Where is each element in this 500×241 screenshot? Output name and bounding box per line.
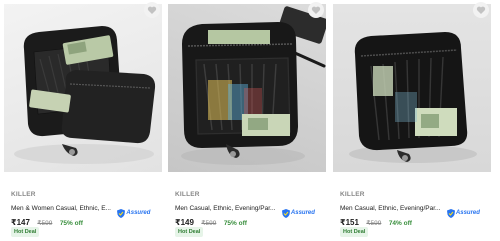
original-price: ₹599 — [366, 220, 382, 227]
assured-badge: Assured — [446, 204, 480, 218]
hot-deal-badge: Hot Deal — [11, 227, 40, 237]
heart-outline-icon[interactable] — [473, 2, 489, 18]
wallet-photo — [181, 6, 326, 165]
product-image[interactable] — [333, 4, 491, 172]
hot-deal-badge: Hot Deal — [175, 227, 204, 237]
discount-percent: 74% off — [388, 220, 412, 227]
discount-percent: 75% off — [223, 220, 247, 227]
product-brand: KILLER — [340, 191, 365, 198]
original-price: ₹599 — [37, 220, 53, 227]
selling-price: ₹147 — [11, 218, 30, 227]
selling-price: ₹151 — [340, 218, 359, 227]
product-image[interactable] — [4, 4, 162, 172]
hot-deal-badge: Hot Deal — [340, 227, 369, 237]
assured-shield-icon — [281, 208, 290, 218]
wallet-photo — [349, 32, 477, 163]
product-card[interactable]: KILLER Men Casual, Ethnic, Evening/Par..… — [333, 0, 491, 241]
heart-outline-icon[interactable] — [308, 2, 324, 18]
wallet-photo — [14, 26, 156, 164]
product-card[interactable]: KILLER Men Casual, Ethnic, Evening/Par..… — [168, 0, 326, 241]
product-brand: KILLER — [175, 191, 200, 198]
product-grid: KILLER Men & Women Casual, Ethnic, E... … — [0, 0, 500, 241]
assured-badge: Assured — [281, 204, 315, 218]
product-card[interactable]: KILLER Men & Women Casual, Ethnic, E... … — [4, 0, 162, 241]
product-brand: KILLER — [11, 191, 36, 198]
product-image[interactable] — [168, 4, 326, 172]
assured-shield-icon — [117, 208, 126, 218]
product-title-row: Men Casual, Ethnic, Evening/Par... Assur… — [175, 200, 325, 218]
assured-label: Assured — [126, 210, 151, 217]
assured-label: Assured — [290, 210, 315, 217]
assured-label: Assured — [455, 210, 480, 217]
discount-percent: 75% off — [59, 220, 83, 227]
assured-badge: Assured — [117, 204, 151, 218]
heart-outline-icon[interactable] — [144, 2, 160, 18]
product-title-row: Men & Women Casual, Ethnic, E... Assured — [11, 200, 161, 218]
original-price: ₹599 — [201, 220, 217, 227]
selling-price: ₹149 — [175, 218, 194, 227]
product-title-row: Men Casual, Ethnic, Evening/Par... Assur… — [340, 200, 490, 218]
assured-shield-icon — [446, 208, 455, 218]
